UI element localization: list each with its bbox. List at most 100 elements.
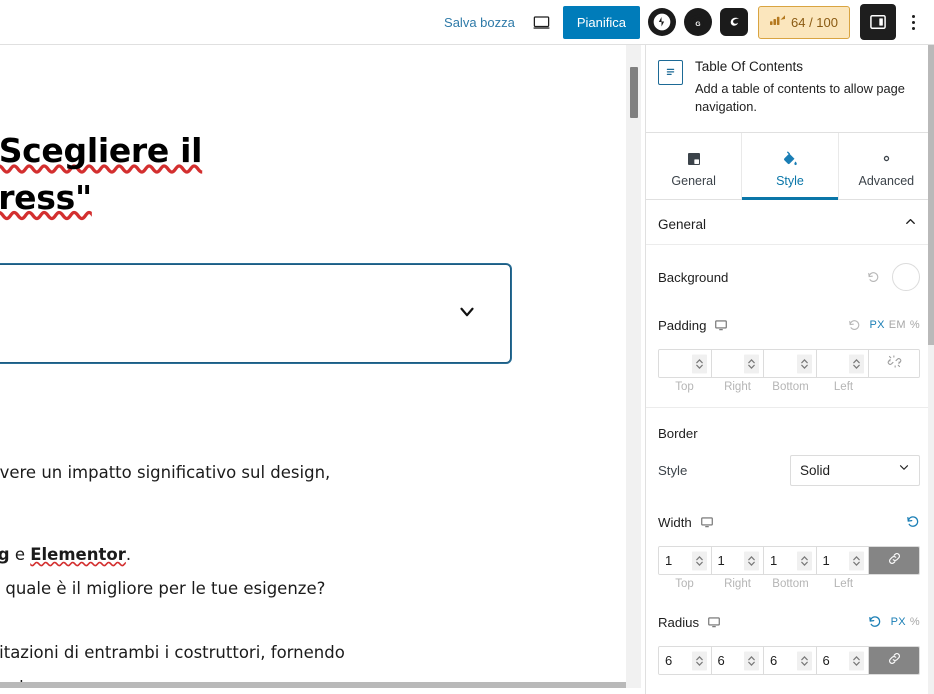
border-width-left-input[interactable] <box>822 553 849 569</box>
paragraph-block[interactable]: ampo sono Gutenberg e Elementor. truzion… <box>0 538 514 606</box>
padding-top-stepper[interactable] <box>691 354 707 374</box>
settings-sidebar-toggle[interactable] <box>860 4 896 40</box>
kebab-dot <box>911 26 915 30</box>
border-style-select[interactable]: Solid <box>790 454 920 486</box>
padding-inputs <box>658 349 920 379</box>
border-width-top-cell[interactable] <box>659 547 712 575</box>
paragraph-text-i: i punti di forza e le limitazioni di ent… <box>0 643 345 662</box>
table-of-contents-block[interactable] <box>0 264 511 363</box>
tab-advanced[interactable]: Advanced <box>839 133 934 199</box>
border-radius-br-input[interactable] <box>770 653 796 669</box>
canvas-horizontal-scrollbar[interactable] <box>0 682 626 688</box>
scrollbar-thumb[interactable] <box>630 67 638 118</box>
paragraph-bold-elementor: Elementor <box>30 545 126 564</box>
desktop-icon[interactable] <box>707 615 721 629</box>
scrollbar-thumb[interactable] <box>928 45 934 345</box>
preview-desktop-icon[interactable] <box>525 4 559 40</box>
desktop-icon[interactable] <box>714 318 728 332</box>
padding-link-toggle[interactable] <box>869 350 919 378</box>
border-radius-tr-input[interactable] <box>717 653 744 669</box>
border-style-label: Style <box>658 462 688 478</box>
padding-label-top: Top <box>675 381 694 394</box>
post-editor-canvas[interactable]: ntor? Come Scegliere il r per WordPress"… <box>0 45 626 688</box>
padding-unit-px[interactable]: PX <box>870 319 885 331</box>
border-width-bottom-cell[interactable] <box>764 547 817 575</box>
canvas-vertical-scrollbar[interactable] <box>626 45 641 688</box>
border-radius-bl-stepper[interactable] <box>849 651 864 671</box>
border-width-label-bottom: Bottom <box>772 578 809 591</box>
border-radius-bl-input[interactable] <box>822 653 849 669</box>
block-description: Add a table of contents to allow page na… <box>695 81 905 115</box>
padding-right-input[interactable] <box>717 356 744 372</box>
background-color-swatch[interactable] <box>892 263 920 292</box>
padding-unit-percent[interactable]: % <box>910 319 920 331</box>
sidebar-vertical-scrollbar[interactable] <box>928 45 934 694</box>
border-radius-tl-cell[interactable] <box>659 647 712 675</box>
post-title[interactable]: ntor? Come Scegliere il r per WordPress" <box>0 128 518 222</box>
padding-left-cell[interactable] <box>816 350 869 378</box>
border-radius-tl-input[interactable] <box>665 653 691 669</box>
kebab-dot <box>911 14 915 18</box>
border-width-bottom-input[interactable] <box>770 553 796 569</box>
border-width-right-input[interactable] <box>717 553 744 569</box>
border-width-link-toggle[interactable] <box>869 547 919 575</box>
border-width-left-cell[interactable] <box>816 547 869 575</box>
padding-right-stepper[interactable] <box>744 354 759 374</box>
general-section-title: General <box>658 216 707 232</box>
padding-bottom-cell[interactable] <box>764 350 817 378</box>
border-radius-tr-cell[interactable] <box>711 647 764 675</box>
border-radius-br-cell[interactable] <box>764 647 817 675</box>
border-radius-br-stepper[interactable] <box>796 651 812 671</box>
more-options-button[interactable] <box>898 4 928 40</box>
border-radius-row: Radius PX % <box>646 590 934 676</box>
padding-left-input[interactable] <box>822 356 849 372</box>
padding-left-stepper[interactable] <box>849 354 864 374</box>
paragraph-text-c: può avere un impatto significativo sul d… <box>0 463 331 482</box>
padding-bottom-stepper[interactable] <box>796 354 812 374</box>
table-of-contents-icon <box>658 60 683 85</box>
seo-score-badge[interactable]: 64 / 100 <box>758 5 850 39</box>
publish-schedule-button[interactable]: Pianifica <box>562 5 640 39</box>
tab-style[interactable]: Style <box>742 133 839 201</box>
paragraph-block[interactable]: i punti di forza e le limitazioni di ent… <box>0 636 514 688</box>
padding-top-cell[interactable] <box>659 350 712 378</box>
border-width-top-input[interactable] <box>665 553 691 569</box>
block-title: Table Of Contents <box>695 59 804 74</box>
border-radius-bl-cell[interactable] <box>816 647 869 675</box>
tab-general[interactable]: General <box>646 133 743 200</box>
border-width-bottom-stepper[interactable] <box>796 551 812 571</box>
border-radius-tr-stepper[interactable] <box>744 651 759 671</box>
padding-label-bottom: Bottom <box>772 381 809 394</box>
border-width-label: Width <box>658 514 692 530</box>
padding-unit-em[interactable]: EM <box>889 319 906 331</box>
background-reset-icon[interactable] <box>867 271 880 284</box>
paragraph-block[interactable]: sto Page Builder può avere un impatto si… <box>0 456 514 524</box>
border-radius-reset-icon[interactable] <box>868 615 882 629</box>
border-width-right-stepper[interactable] <box>744 551 759 571</box>
padding-bottom-input[interactable] <box>770 356 796 372</box>
border-width-left-stepper[interactable] <box>849 551 864 571</box>
padding-top-input[interactable] <box>665 356 691 372</box>
padding-reset-icon[interactable] <box>848 319 861 332</box>
padding-label-right: Right <box>724 381 751 394</box>
litespeed-cache-icon[interactable] <box>720 8 748 36</box>
radius-unit-px[interactable]: PX <box>891 616 906 628</box>
border-radius-tl-stepper[interactable] <box>691 651 707 671</box>
desktop-icon[interactable] <box>700 515 714 529</box>
link-icon <box>887 651 902 671</box>
border-width-label-right: Right <box>724 578 751 591</box>
border-width-right-cell[interactable] <box>711 547 764 575</box>
padding-right-cell[interactable] <box>711 350 764 378</box>
border-width-reset-icon[interactable] <box>906 515 920 529</box>
radius-unit-percent[interactable]: % <box>910 616 920 628</box>
chevron-up-icon[interactable] <box>903 214 918 234</box>
chevron-down-icon[interactable] <box>456 300 478 327</box>
border-radius-label: Radius <box>658 614 700 630</box>
jetpack-icon[interactable] <box>648 8 676 36</box>
general-section-header[interactable]: General <box>646 200 934 246</box>
border-width-top-stepper[interactable] <box>691 551 707 571</box>
save-draft-button[interactable]: Salva bozza <box>434 15 525 30</box>
google-analytics-icon[interactable]: G <box>684 8 712 36</box>
border-width-inputs <box>658 546 920 576</box>
border-radius-link-toggle[interactable] <box>869 647 919 675</box>
